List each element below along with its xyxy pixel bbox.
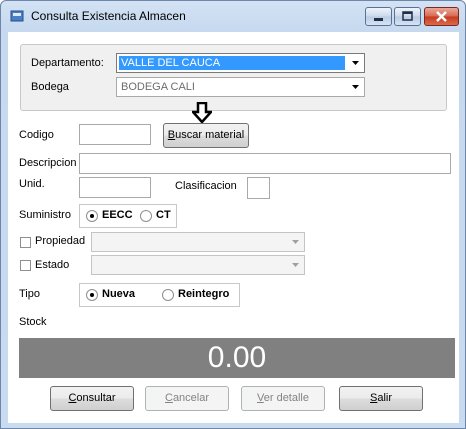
- salir-label: alir: [377, 392, 392, 404]
- unid-input[interactable]: [79, 177, 151, 198]
- descripcion-input[interactable]: [79, 153, 451, 174]
- departamento-value: VALLE DEL CAUCA: [119, 56, 345, 70]
- cancelar-label: ancelar: [172, 392, 210, 404]
- minimize-icon: [374, 18, 383, 21]
- consultar-button[interactable]: Consultar: [50, 386, 134, 411]
- suministro-ct-radio[interactable]: [140, 210, 152, 222]
- tipo-nueva-label[interactable]: Nueva: [102, 288, 135, 300]
- tipo-reintegro-label[interactable]: Reintegro: [178, 288, 229, 300]
- chevron-down-icon[interactable]: [288, 234, 303, 250]
- chevron-down-icon[interactable]: [348, 79, 363, 95]
- ver-detalle-label: er detalle: [263, 392, 309, 404]
- chevron-down-icon[interactable]: [288, 257, 303, 273]
- bodega-value: BODEGA CALI: [121, 81, 195, 93]
- cancelar-mnemonic: C: [164, 392, 173, 404]
- unid-label: Unid.: [19, 178, 45, 190]
- bodega-label: Bodega: [31, 81, 69, 93]
- suministro-radio-group: EECC CT: [79, 204, 177, 228]
- consultar-label: onsultar: [76, 392, 116, 404]
- estado-label[interactable]: Estado: [35, 259, 69, 271]
- suministro-eecc-radio[interactable]: [86, 210, 98, 222]
- cancelar-button[interactable]: Cancelar: [145, 386, 229, 411]
- stock-value-display: 0.00: [19, 338, 455, 378]
- tipo-reintegro-radio[interactable]: [162, 289, 174, 301]
- suministro-label: Suministro: [19, 209, 71, 221]
- tipo-nueva-radio[interactable]: [86, 289, 98, 301]
- tipo-label: Tipo: [19, 288, 40, 300]
- client-area: Departamento: VALLE DEL CAUCA Bodega BOD…: [8, 32, 459, 423]
- ver-detalle-button[interactable]: Ver detalle: [241, 386, 325, 411]
- codigo-label: Codigo: [19, 129, 54, 141]
- bodega-select[interactable]: BODEGA CALI: [116, 77, 365, 97]
- window-title: Consulta Existencia Almacen: [31, 9, 186, 23]
- salir-button[interactable]: Salir: [339, 386, 423, 411]
- estado-select[interactable]: [91, 255, 305, 275]
- propiedad-select[interactable]: [91, 232, 305, 252]
- close-icon: [436, 11, 447, 22]
- title-bar[interactable]: Consulta Existencia Almacen: [1, 1, 465, 31]
- tipo-radio-group: Nueva Reintegro: [79, 283, 240, 307]
- stock-label: Stock: [19, 316, 47, 328]
- clasificacion-label: Clasificacion: [175, 180, 237, 192]
- buscar-material-label: uscar material: [175, 129, 245, 141]
- propiedad-label[interactable]: Propiedad: [35, 235, 85, 247]
- app-icon: [10, 10, 24, 22]
- chevron-down-icon[interactable]: [348, 55, 363, 71]
- propiedad-checkbox[interactable]: [20, 237, 31, 248]
- estado-checkbox[interactable]: [20, 260, 31, 271]
- departamento-select[interactable]: VALLE DEL CAUCA: [116, 53, 365, 73]
- buscar-material-button[interactable]: Buscar material: [163, 123, 249, 148]
- maximize-icon: [402, 11, 413, 21]
- minimize-button[interactable]: [365, 7, 392, 26]
- departamento-label: Departamento:: [31, 57, 104, 69]
- clasificacion-input[interactable]: [247, 177, 270, 199]
- suministro-eecc-label[interactable]: EECC: [102, 209, 133, 221]
- ver-detalle-mnemonic: V: [257, 392, 264, 404]
- codigo-input[interactable]: [79, 124, 151, 145]
- maximize-button[interactable]: [394, 7, 421, 26]
- close-button[interactable]: [424, 7, 459, 26]
- descripcion-label: Descripcion: [19, 157, 77, 169]
- suministro-ct-label[interactable]: CT: [156, 209, 171, 221]
- window: Consulta Existencia Almacen Departamento…: [0, 0, 466, 429]
- arrow-down-icon: [192, 102, 212, 124]
- location-group: Departamento: VALLE DEL CAUCA Bodega BOD…: [20, 44, 447, 111]
